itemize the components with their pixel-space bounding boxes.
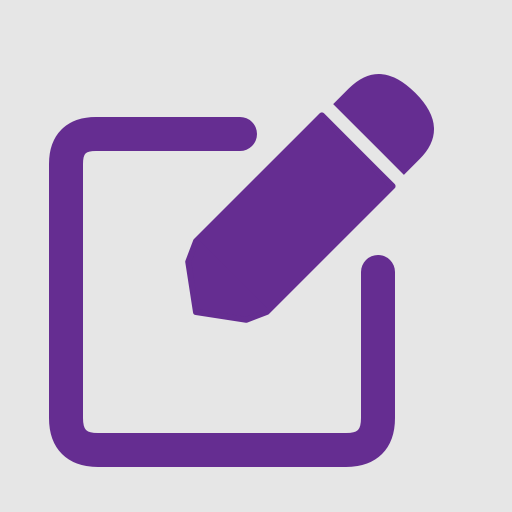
pencil-shape xyxy=(185,74,434,323)
edit-icon xyxy=(49,74,434,467)
icon-canvas xyxy=(0,0,512,512)
